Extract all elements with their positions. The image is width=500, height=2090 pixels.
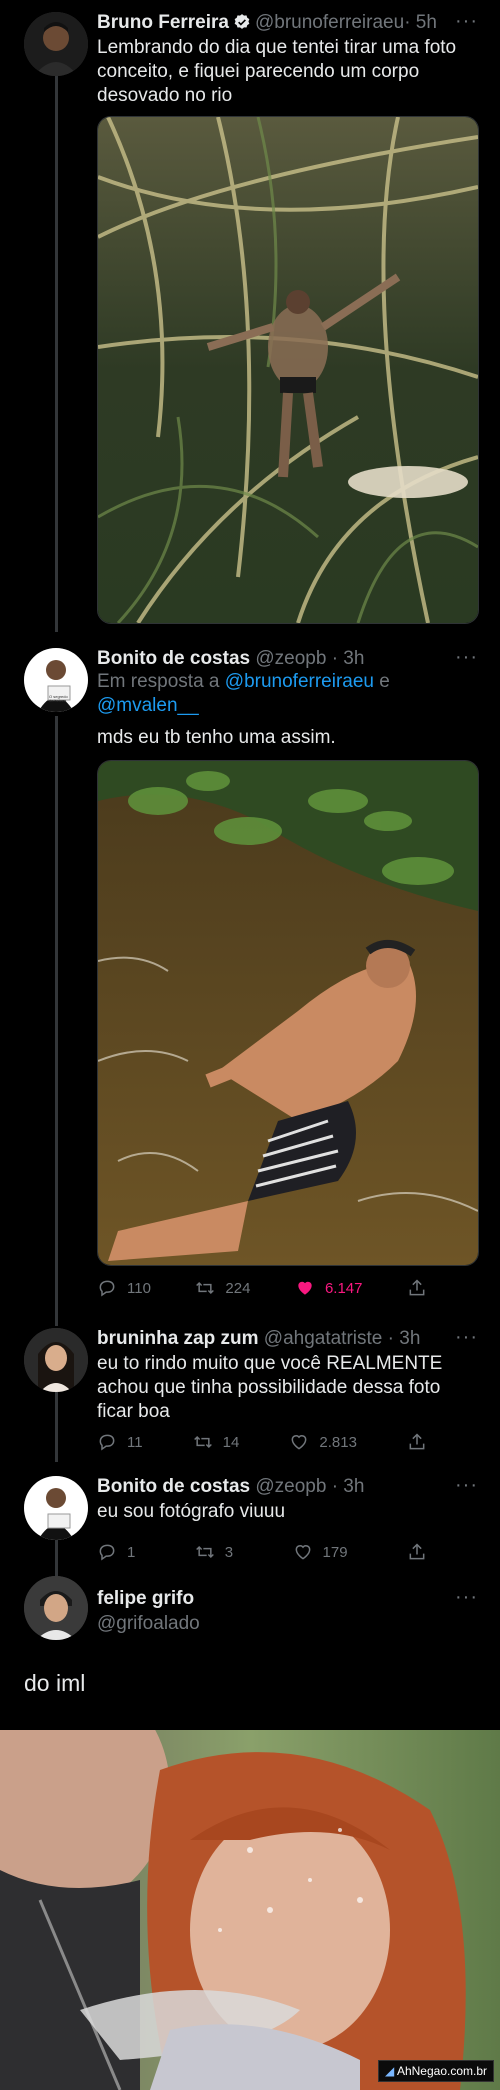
retweet-count: 224 [225,1279,251,1297]
timestamp[interactable]: · 3h [332,648,365,669]
avatar-image [24,1576,88,1640]
tweet[interactable]: Bruno Ferreira @brunoferreiraeu· 5h ··· L… [0,0,500,640]
like-button[interactable]: 6.147 [295,1278,363,1298]
timestamp[interactable]: · 3h [388,1328,421,1349]
tweet-text: Lembrando do dia que tentei tirar uma fo… [97,37,457,106]
like-count: 6.147 [324,1279,363,1297]
share-icon [409,1543,425,1560]
heart-filled-icon [298,1281,312,1295]
reply-button[interactable]: 110 [97,1278,151,1298]
reply-icon [99,1280,115,1297]
reaction-image: ◢ AhNegao.com.br [0,1730,500,2090]
reply-prefix: Em resposta a [97,671,220,692]
meme-photo [0,1730,500,2090]
avatar-card-text: O segredo da beleza [49,695,68,703]
reply-context: Em resposta a @brunoferreiraeu e @mvalen… [97,670,480,718]
tweet-text: eu sou fotógrafo viuuu [97,1501,286,1522]
more-options-icon[interactable]: ··· [455,1586,478,1609]
tweet-actions: 11 14 2.813 [97,1432,427,1452]
more-options-icon[interactable]: ··· [455,646,478,669]
retweet-count: 14 [222,1433,240,1451]
retweet-button[interactable]: 14 [193,1432,240,1452]
like-button[interactable]: 2.813 [289,1432,357,1452]
reply-count: 1 [127,1543,136,1561]
display-name[interactable]: Bonito de costas [97,648,250,669]
avatar[interactable] [24,1576,88,1640]
handle[interactable]: @zeopb [255,648,326,669]
handle[interactable]: @grifoalado [97,1612,480,1636]
share-icon [409,1433,425,1450]
avatar-image [24,12,88,76]
timestamp[interactable]: · 3h [332,1476,365,1497]
like-count: 179 [322,1543,348,1561]
display-name[interactable]: bruninha zap zum [97,1328,259,1349]
reply-count: 11 [127,1433,143,1451]
share-button[interactable] [407,1542,427,1562]
handle[interactable]: @ahgatatriste [264,1328,383,1349]
retweet-icon [195,1545,214,1559]
tweet-header: Bonito de costas @zeopb · 3h [97,1476,480,1498]
reply-icon [99,1544,115,1561]
display-name[interactable]: Bruno Ferreira [97,12,229,33]
tweet-header: bruninha zap zum @ahgatatriste · 3h [97,1328,480,1350]
tweet[interactable]: Bonito de costas @zeopb · 3h ··· eu sou … [0,1468,500,1578]
retweet-button[interactable]: 224 [195,1278,250,1298]
handle[interactable]: @brunoferreiraeu [255,12,404,33]
tweet-text: eu to rindo muito que você REALMENTE ach… [97,1353,443,1422]
tweet-actions: 1 3 179 [97,1542,427,1562]
display-name[interactable]: Bonito de costas [97,1476,250,1497]
watermark-logo-icon: ◢ [385,2064,395,2078]
tweet-text: mds eu tb tenho uma assim. [97,727,336,748]
reply-button[interactable]: 1 [97,1542,135,1562]
like-count: 2.813 [319,1433,357,1451]
tweet-text: do iml [24,1670,86,1696]
like-button[interactable]: 179 [293,1542,348,1562]
handle[interactable]: @zeopb [255,1476,326,1497]
display-name[interactable]: felipe grifo [97,1588,194,1609]
tweet-header: Bruno Ferreira @brunoferreiraeu· 5h [97,12,480,37]
avatar[interactable] [24,12,88,76]
photo-grass-river [98,117,478,623]
reply-count: 110 [127,1279,151,1297]
retweet-button[interactable]: 3 [195,1542,233,1562]
more-options-icon[interactable]: ··· [455,10,478,33]
reply-button[interactable]: 11 [97,1432,143,1452]
tweet[interactable]: felipe grifo @grifoalado ··· do iml [0,1576,500,1726]
tweet-photo[interactable] [97,760,479,1266]
avatar[interactable] [24,1328,88,1392]
avatar-image [24,1476,88,1540]
avatar-image [24,1328,88,1392]
share-icon [409,1279,425,1296]
reply-and: e [373,671,390,692]
tweet-actions: 110 224 6.147 [97,1278,427,1298]
retweet-icon [193,1435,212,1449]
tweet-header: Bonito de costas @zeopb · 3h [97,648,480,670]
photo-man-in-river [98,761,478,1265]
tweet[interactable]: bruninha zap zum @ahgatatriste · 3h ··· … [0,1320,500,1470]
mention-link[interactable]: @brunoferreiraeu [225,671,374,692]
timestamp[interactable]: · 5h [404,12,437,33]
share-button[interactable] [407,1432,427,1452]
retweet-icon [196,1281,215,1295]
more-options-icon[interactable]: ··· [455,1326,478,1349]
heart-icon [295,1545,310,1560]
verified-badge-icon [233,13,251,37]
tweet-photo[interactable] [97,116,479,624]
watermark: ◢ AhNegao.com.br [378,2060,494,2082]
heart-icon [291,1435,307,1450]
share-button[interactable] [407,1278,427,1298]
retweet-count: 3 [224,1543,234,1561]
more-options-icon[interactable]: ··· [455,1474,478,1497]
tweet[interactable]: Bonito de costas @zeopb · 3h ··· Em resp… [0,640,500,1310]
mention-link[interactable]: @mvalen__ [97,695,199,716]
watermark-text: AhNegao.com.br [396,2064,487,2078]
avatar[interactable] [24,1476,88,1540]
reply-icon [99,1434,115,1451]
tweet-header: felipe grifo [97,1588,480,1610]
